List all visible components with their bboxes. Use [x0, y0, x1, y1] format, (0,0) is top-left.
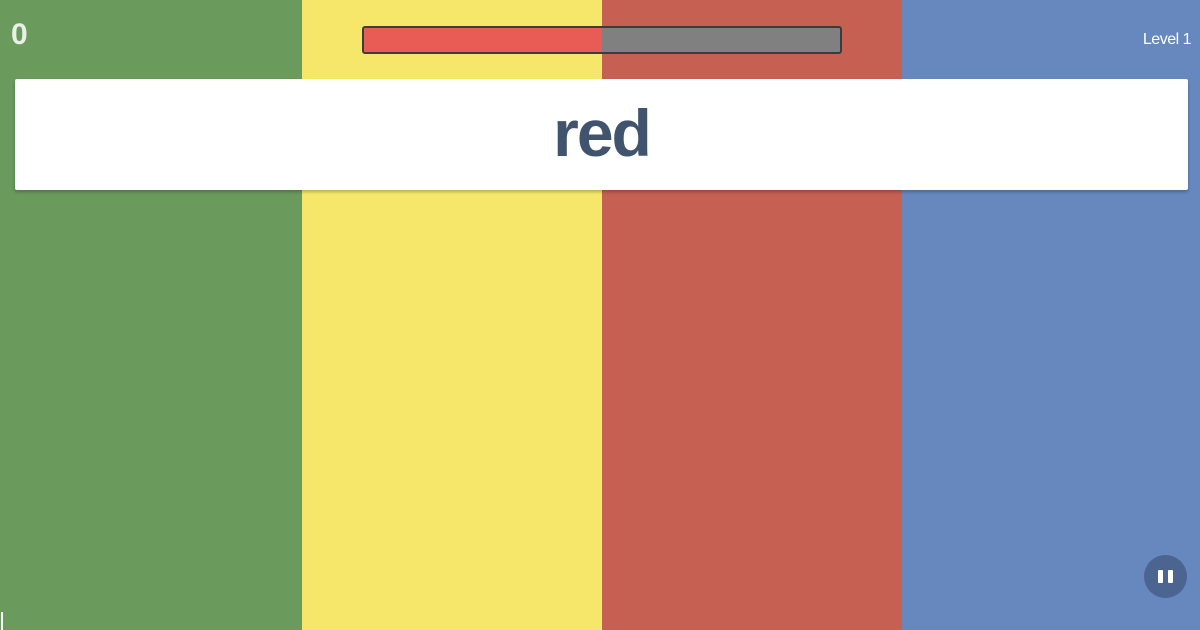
- color-word: red: [553, 95, 652, 170]
- score-counter: 0: [11, 18, 28, 51]
- level-label: Level 1: [1142, 31, 1192, 48]
- timer-bar-fill: [364, 28, 602, 52]
- edge-marker: [1, 612, 3, 630]
- pause-button[interactable]: [1144, 555, 1187, 598]
- game-screen: 0 Level 1 red: [0, 0, 1200, 630]
- word-card: red: [15, 79, 1188, 190]
- timer-bar: [362, 26, 842, 54]
- pause-icon: [1158, 570, 1173, 583]
